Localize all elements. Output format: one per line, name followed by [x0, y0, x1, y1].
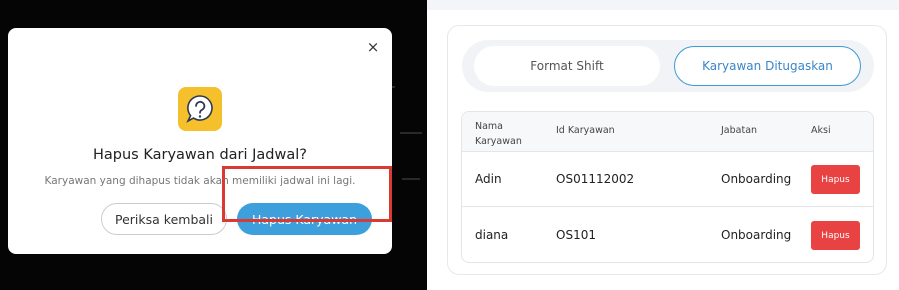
assignment-panel: Format Shift Karyawan Ditugaskan Nama Ka… [427, 0, 899, 290]
top-bar [427, 0, 899, 10]
assignment-card: Format Shift Karyawan Ditugaskan Nama Ka… [447, 25, 887, 275]
delete-row-button[interactable]: Hapus [811, 221, 860, 250]
table-row: Adin OS01112002 Onboarding Hapus [462, 152, 873, 207]
employee-id: OS01112002 [556, 172, 635, 186]
header-position: Jabatan [721, 125, 758, 136]
delete-row-button[interactable]: Hapus [811, 165, 860, 194]
header-action: Aksi [811, 125, 831, 136]
employee-position: Onboarding [721, 228, 792, 242]
question-mark-icon [178, 87, 222, 131]
review-again-button[interactable]: Periksa kembali [101, 203, 227, 235]
employee-table: Nama Karyawan Id Karyawan Jabatan Aksi A… [461, 111, 874, 263]
table-header: Nama Karyawan Id Karyawan Jabatan Aksi [462, 112, 873, 152]
header-employee-name: Nama Karyawan [475, 121, 522, 147]
dialog-title: Hapus Karyawan dari Jadwal? [93, 147, 307, 163]
tab-assigned-employees[interactable]: Karyawan Ditugaskan [674, 46, 861, 86]
tab-format-shift[interactable]: Format Shift [474, 46, 660, 86]
employee-id: OS101 [556, 228, 596, 242]
highlight-box [222, 166, 392, 222]
background-ghost-line [402, 178, 420, 180]
employee-position: Onboarding [721, 172, 792, 186]
background-ghost-line [400, 132, 422, 134]
employee-name: diana [475, 228, 509, 242]
tab-bar: Format Shift Karyawan Ditugaskan [462, 40, 874, 92]
employee-name: Adin [475, 172, 502, 186]
table-row: diana OS101 Onboarding Hapus [462, 208, 873, 262]
header-employee-id: Id Karyawan [556, 125, 615, 136]
close-icon[interactable]: × [365, 38, 381, 56]
